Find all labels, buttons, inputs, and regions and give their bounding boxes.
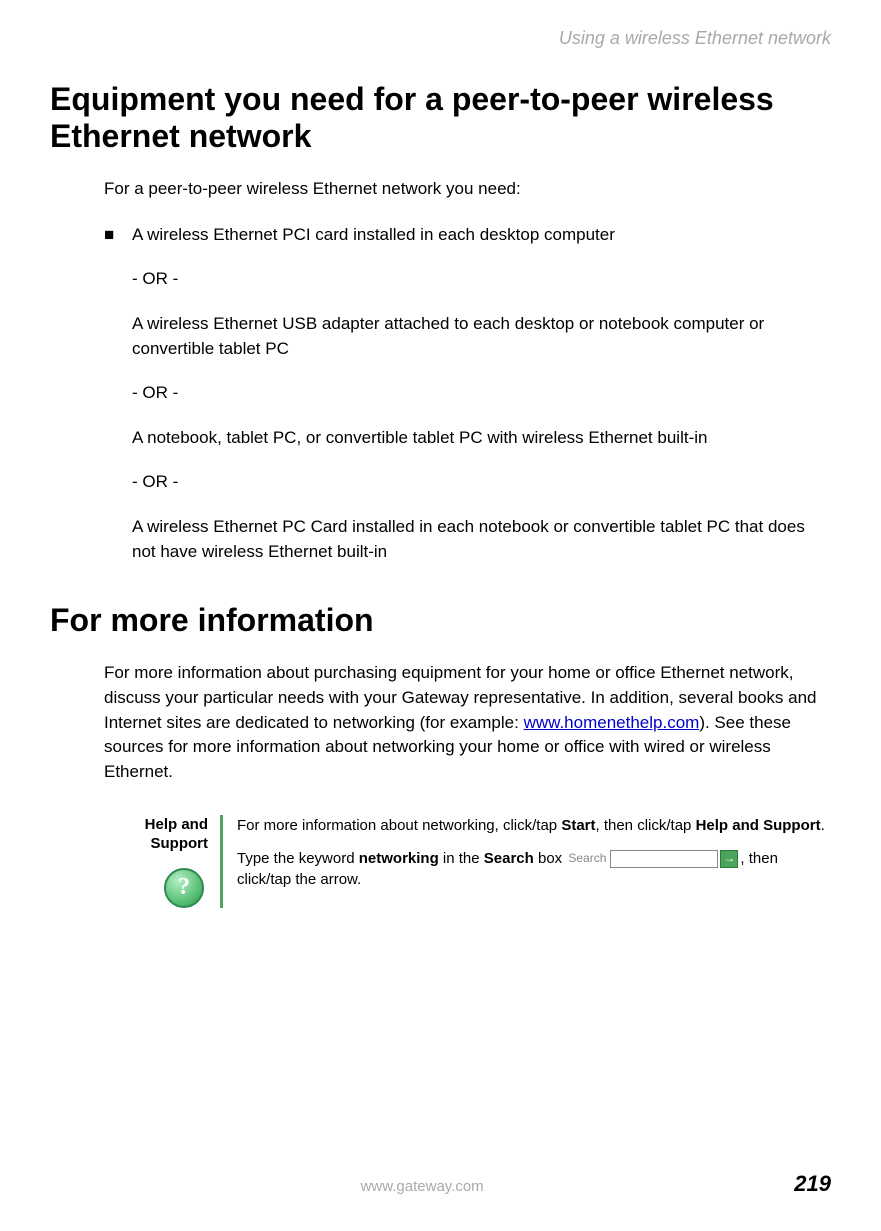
text: For more information about networking, c…: [237, 817, 561, 834]
bullet-item-2: A wireless Ethernet USB adapter attached…: [132, 312, 831, 361]
help-right-column: For more information about networking, c…: [237, 815, 831, 908]
keyword-networking: networking: [359, 850, 439, 867]
bullet-marker: ■: [104, 223, 132, 585]
more-info-paragraph: For more information about purchasing eq…: [104, 661, 831, 784]
homenethelp-link[interactable]: www.homenethelp.com: [524, 713, 700, 732]
help-icon: ?: [164, 868, 204, 908]
text: in the: [439, 850, 484, 867]
running-header: Using a wireless Ethernet network: [50, 28, 831, 49]
footer-url: www.gateway.com: [50, 1178, 794, 1195]
bullet-item-3: A notebook, tablet PC, or convertible ta…: [132, 426, 831, 451]
text: .: [821, 817, 825, 834]
help-and-support-box: Help and Support ? For more information …: [104, 815, 831, 908]
search-arrow-button[interactable]: →: [720, 850, 738, 868]
text: Type the keyword: [237, 850, 359, 867]
search-word: Search: [484, 850, 534, 867]
search-input[interactable]: [610, 850, 718, 868]
bullet-item-4: A wireless Ethernet PC Card installed in…: [132, 515, 831, 564]
start-label: Start: [561, 817, 595, 834]
bullet-item-1: A wireless Ethernet PCI card installed i…: [132, 223, 831, 248]
search-field-label: Search: [568, 850, 606, 867]
or-separator: - OR -: [132, 470, 831, 495]
help-left-column: Help and Support ?: [104, 815, 220, 908]
intro-paragraph: For a peer-to-peer wireless Ethernet net…: [104, 179, 831, 199]
page-number: 219: [794, 1171, 831, 1197]
help-paragraph-2: Type the keyword networking in the Searc…: [237, 848, 831, 890]
help-divider: [220, 815, 223, 908]
search-widget: Search →: [568, 850, 738, 868]
help-label: Help and Support: [104, 815, 208, 854]
or-separator: - OR -: [132, 381, 831, 406]
help-paragraph-1: For more information about networking, c…: [237, 815, 831, 836]
bullet-list: ■ A wireless Ethernet PCI card installed…: [104, 223, 831, 585]
heading-equipment: Equipment you need for a peer-to-peer wi…: [50, 81, 831, 155]
or-separator: - OR -: [132, 267, 831, 292]
heading-more-info: For more information: [50, 602, 831, 639]
page-footer: www.gateway.com 219: [0, 1171, 881, 1197]
help-support-label: Help and Support: [696, 817, 821, 834]
text: box: [534, 850, 567, 867]
text: , then click/tap: [596, 817, 696, 834]
bullet-content: A wireless Ethernet PCI card installed i…: [132, 223, 831, 585]
